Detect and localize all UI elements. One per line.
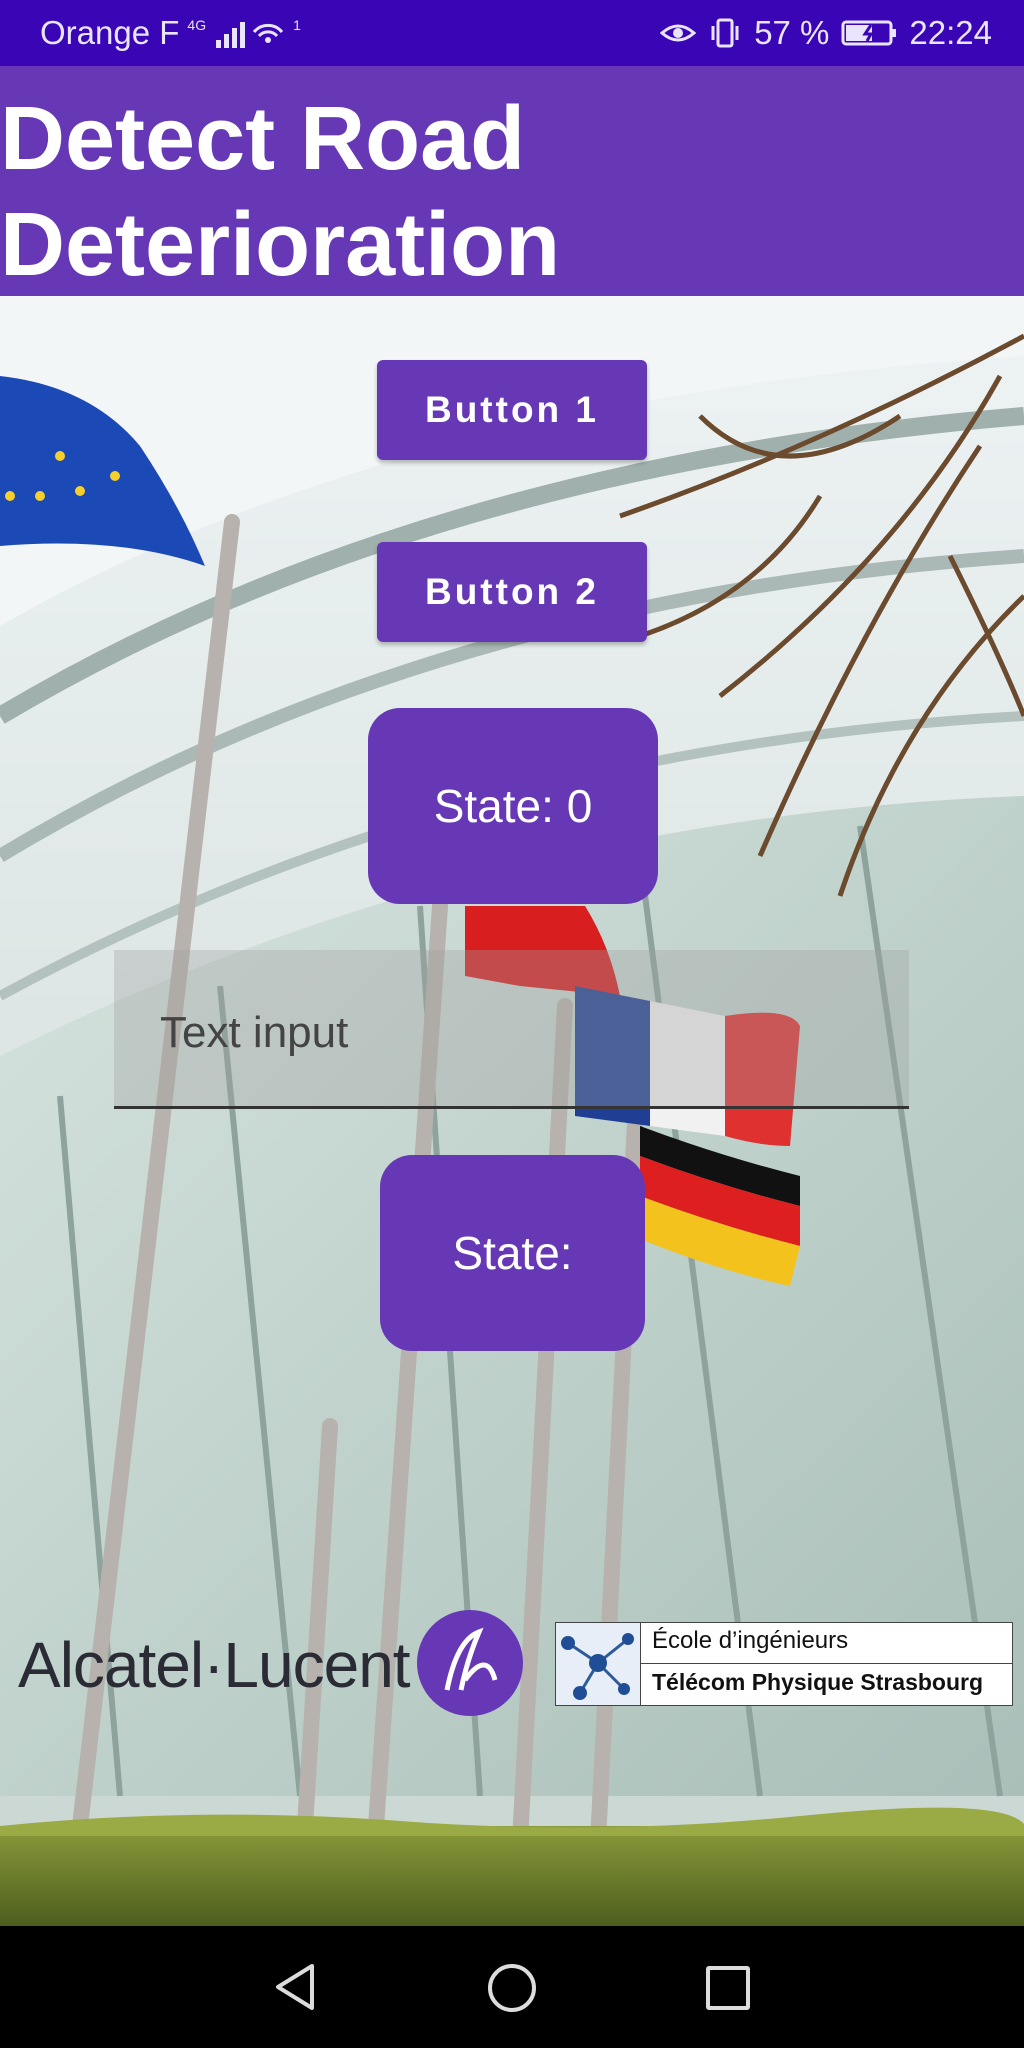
app-bar: Detect Road Deterioration: [0, 66, 1024, 296]
carrier-name: Orange F: [40, 14, 180, 51]
state-display-bottom: State:: [380, 1155, 645, 1351]
app-title-line1: Detect Road: [0, 89, 526, 189]
vibrate-icon: [711, 18, 739, 48]
alcatel-lucent-logo-icon: [417, 1610, 523, 1716]
app-title: Detect Road Deterioration: [0, 86, 1000, 298]
tps-line1: École d’ingénieurs: [652, 1627, 849, 1654]
text-input-field[interactable]: Text input: [114, 950, 909, 1109]
app-title-line2: Deterioration: [0, 195, 561, 295]
eye-icon: [660, 24, 697, 42]
wifi-icon: [252, 23, 284, 43]
alcatel-lucent-logo-text: Alcatel·Lucent: [18, 1629, 411, 1701]
network-type: 4G: [187, 17, 207, 33]
button-2[interactable]: Button 2: [377, 542, 647, 642]
text-input-placeholder: Text input: [160, 1008, 349, 1057]
state-display-top: State: 0: [368, 708, 658, 904]
wifi-badge: 1: [293, 17, 301, 33]
signal-icon: [216, 18, 246, 48]
button-1[interactable]: Button 1: [377, 360, 647, 460]
telecom-physique-strasbourg-logo: École d’ingénieurs Télécom Physique Stra…: [555, 1622, 1013, 1706]
back-triangle-icon[interactable]: [272, 1962, 318, 2012]
status-right: 57 % 22:24: [660, 0, 992, 66]
tps-network-icon: [556, 1623, 641, 1705]
navigation-bar: [0, 1926, 1024, 2048]
status-bar: Orange F 4G 1 57 % 22:24: [0, 0, 1024, 66]
battery-percent: 57 %: [754, 14, 830, 51]
clock: 22:24: [909, 14, 992, 51]
home-circle-icon[interactable]: [486, 1962, 538, 2014]
recents-square-icon[interactable]: [706, 1966, 750, 2010]
battery-charging-icon: [841, 20, 897, 46]
tps-line2: Télécom Physique Strasbourg: [652, 1669, 984, 1695]
status-left: Orange F 4G 1: [40, 0, 301, 66]
tps-divider: [640, 1663, 1012, 1664]
